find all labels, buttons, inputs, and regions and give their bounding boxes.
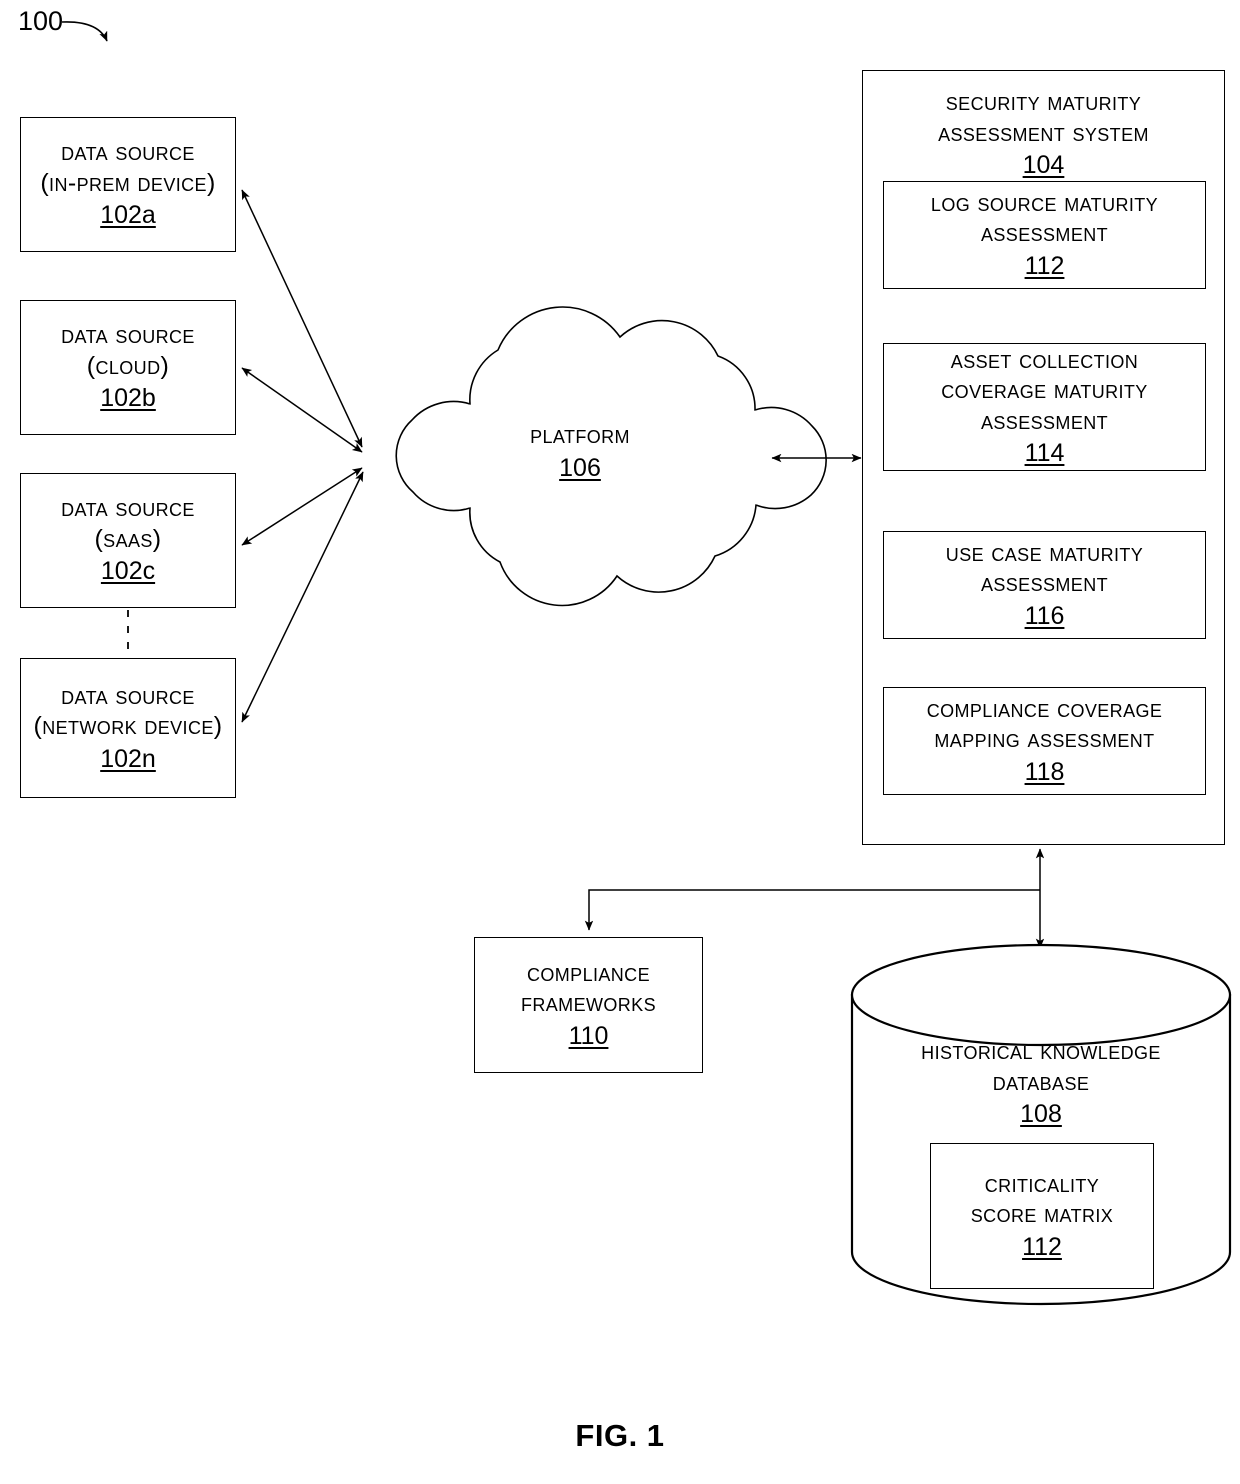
log-source-maturity-assessment-ref: 112	[1024, 251, 1065, 280]
compliance-frameworks-label: Compliance Frameworks	[520, 958, 656, 1018]
historical-knowledge-database-ref: 108	[1020, 1100, 1062, 1128]
asset-collection-coverage-maturity-assessment-ref: 114	[1024, 439, 1065, 467]
criticality-score-matrix-box[interactable]: Criticality Score Matrix 112	[930, 1143, 1154, 1289]
criticality-score-matrix-label: Criticality Score Matrix	[970, 1169, 1114, 1229]
historical-knowledge-database-label: Historical Knowledge Database	[921, 1037, 1161, 1096]
patent-figure: 100 Data Source (In-Prem Device) 102a Da…	[0, 0, 1240, 1484]
data-source-network-device-label: Data Source (Network Device)	[33, 681, 223, 741]
data-source-cloud-box[interactable]: Data Source (Cloud) 102b	[20, 300, 236, 435]
asset-collection-coverage-maturity-assessment-box[interactable]: Asset Collection Coverage Maturity Asses…	[883, 343, 1206, 471]
system-title-group: Security Maturity Assessment System 104	[938, 87, 1149, 182]
compliance-frameworks-box[interactable]: Compliance Frameworks 110	[474, 937, 703, 1073]
criticality-score-matrix-ref: 112	[1022, 1232, 1062, 1261]
connector-ds-a-platform	[241, 189, 363, 448]
platform-label: Platform	[530, 421, 630, 449]
connector-ds-c-platform	[241, 467, 363, 546]
data-source-in-prem-device-ref: 102a	[100, 201, 156, 230]
platform-ref: 106	[559, 453, 601, 482]
data-source-saas-label: Data Source (SaaS)	[61, 494, 195, 553]
data-source-cloud-label: Data Source (Cloud)	[61, 321, 195, 380]
use-case-maturity-assessment-box[interactable]: Use Case Maturity Assessment 116	[883, 531, 1206, 639]
figure-caption: FIG. 1	[575, 1418, 665, 1453]
security-maturity-assessment-system-label: Security Maturity Assessment System	[938, 88, 1149, 147]
data-source-saas-ref: 102c	[100, 557, 156, 586]
datasource-platform-connectors	[241, 189, 364, 723]
data-source-cloud-ref: 102b	[100, 384, 156, 413]
historical-knowledge-database[interactable]: Historical Knowledge Database 108 Critic…	[852, 948, 1230, 1300]
security-maturity-assessment-system-box[interactable]: Security Maturity Assessment System 104 …	[862, 70, 1225, 845]
figure-reference-numeral: 100	[18, 6, 64, 36]
data-source-saas-box[interactable]: Data Source (SaaS) 102c	[20, 473, 236, 608]
log-source-maturity-assessment-label: Log Source Maturity Assessment	[930, 188, 1159, 248]
connector-ds-n-platform	[241, 471, 364, 723]
asset-collection-coverage-maturity-assessment-label: Asset Collection Coverage Maturity Asses…	[941, 345, 1148, 435]
data-source-network-device-box[interactable]: Data Source (Network Device) 102n	[20, 658, 236, 798]
compliance-coverage-mapping-assessment-ref: 118	[1024, 757, 1065, 786]
data-source-network-device-ref: 102n	[100, 744, 156, 773]
figure-number-leader	[61, 21, 108, 42]
compliance-coverage-mapping-assessment-box[interactable]: Compliance Coverage Mapping Assessment 1…	[883, 687, 1206, 795]
platform-label-group: Platform 106	[435, 420, 725, 484]
compliance-coverage-mapping-assessment-label: Compliance Coverage Mapping Assessment	[926, 694, 1163, 754]
historical-knowledge-database-label-group: Historical Knowledge Database 108	[852, 1036, 1230, 1131]
security-maturity-assessment-system-ref: 104	[1022, 151, 1065, 179]
use-case-maturity-assessment-ref: 116	[1024, 601, 1065, 630]
compliance-frameworks-ref: 110	[568, 1021, 609, 1050]
connector-system-compliance	[584, 889, 1040, 931]
data-source-in-prem-device-box[interactable]: Data Source (In-Prem Device) 102a	[20, 117, 236, 252]
use-case-maturity-assessment-label: Use Case Maturity Assessment	[945, 538, 1144, 598]
data-source-in-prem-device-label: Data Source (In-Prem Device)	[40, 138, 216, 197]
log-source-maturity-assessment-box[interactable]: Log Source Maturity Assessment 112	[883, 181, 1206, 289]
